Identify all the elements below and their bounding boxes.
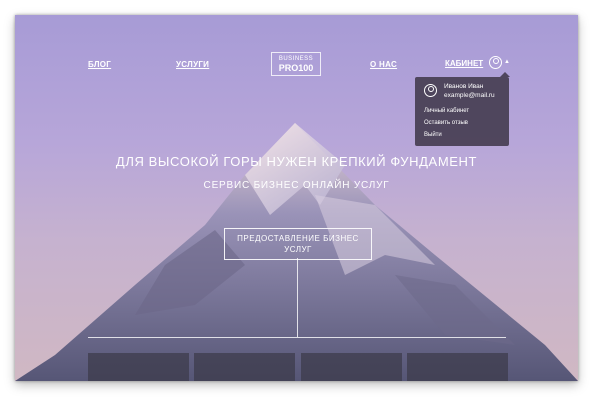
service-card-3[interactable] [301,353,402,381]
user-name: Иванов Иван [444,83,484,90]
user-circle-icon[interactable] [489,56,502,69]
logo-line2: PRO100 [278,63,314,73]
hero-title: ДЛЯ ВЫСОКОЙ ГОРЫ НУЖЕН КРЕПКИЙ ФУНДАМЕНТ [115,154,478,169]
menu-item-leave-review[interactable]: Оставить отзыв [424,120,468,126]
chevron-up-icon[interactable]: ▲ [504,59,510,65]
account-dropdown: Иванов Иван example@mail.ru Личный кабин… [415,72,510,146]
service-card-1[interactable] [88,353,189,381]
service-card-2[interactable] [194,353,295,381]
nav-link-about[interactable]: О НАС [370,60,397,69]
connector-horizontal-line [88,337,506,338]
user-email: example@mail.ru [444,92,495,99]
user-avatar-icon [424,84,437,97]
menu-item-logout[interactable]: Выйти [424,132,442,138]
cta-label: ПРЕДОСТАВЛЕНИЕ БИЗНЕС УСЛУГ [237,234,359,254]
nav-link-blog[interactable]: БЛОГ [88,60,111,69]
menu-item-personal-cabinet[interactable]: Личный кабинет [424,108,469,114]
hero-subtitle: СЕРВИС БИЗНЕС ОНЛАЙН УСЛУГ [203,180,390,191]
site-logo[interactable]: BUSINESS PRO100 [271,52,321,76]
nav-link-cabinet[interactable]: КАБИНЕТ [445,59,483,68]
service-card-4[interactable] [407,353,508,381]
browser-viewport: БЛОГ УСЛУГИ О НАС BUSINESS PRO100 КАБИНЕ… [15,15,578,381]
dropdown-arrow [500,72,510,77]
connector-vertical-line [297,258,298,337]
services-cta-button[interactable]: ПРЕДОСТАВЛЕНИЕ БИЗНЕС УСЛУГ [224,228,372,260]
nav-link-services[interactable]: УСЛУГИ [176,60,209,69]
